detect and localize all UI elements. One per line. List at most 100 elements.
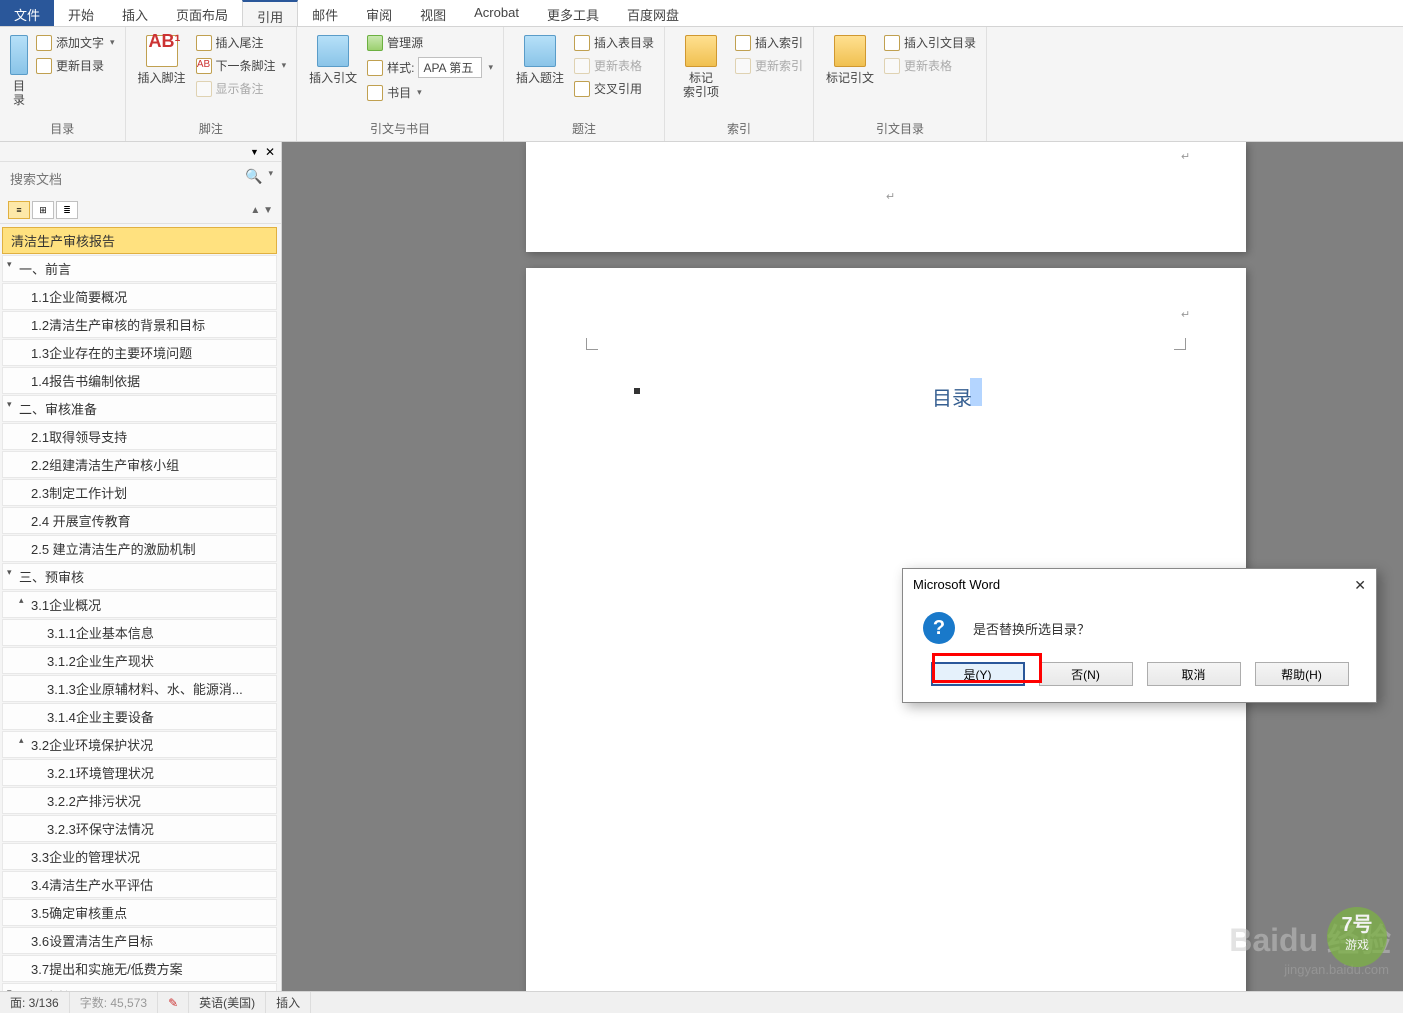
tree-item[interactable]: 1.4报告书编制依据 bbox=[2, 367, 277, 394]
search-options-icon[interactable]: ▾ bbox=[268, 168, 273, 191]
tab-view[interactable]: 视图 bbox=[406, 0, 460, 26]
tab-file[interactable]: 文件 bbox=[0, 0, 54, 26]
insert-auth-icon bbox=[884, 35, 900, 51]
update-toc-icon bbox=[36, 58, 52, 74]
dialog-close-button[interactable]: ✕ bbox=[1354, 577, 1366, 594]
pages-icon: ⊞ bbox=[39, 205, 47, 216]
citation-style-button[interactable]: 样式: APA 第五▾ bbox=[365, 56, 495, 79]
fig-toc-icon bbox=[574, 35, 590, 51]
tree-item[interactable]: 2.3制定工作计划 bbox=[2, 479, 277, 506]
tab-insert[interactable]: 插入 bbox=[108, 0, 162, 26]
nav-tree[interactable]: 清洁生产审核报告 ▾一、前言1.1企业简要概况1.2清洁生产审核的背景和目标1.… bbox=[0, 224, 281, 991]
tree-item[interactable]: 2.2组建清洁生产审核小组 bbox=[2, 451, 277, 478]
group-citations: 插入引文 管理源 样式: APA 第五▾ 书目▾ 引文与书目 bbox=[297, 27, 504, 141]
no-button[interactable]: 否(N) bbox=[1039, 662, 1133, 686]
insert-citation-button[interactable]: 插入引文 bbox=[305, 31, 361, 89]
tree-item[interactable]: 3.1.3企业原辅材料、水、能源消... bbox=[2, 675, 277, 702]
tree-item[interactable]: ▴3.1企业概况 bbox=[2, 591, 277, 618]
tree-item[interactable]: 3.2.1环境管理状况 bbox=[2, 759, 277, 786]
mark-index-button[interactable]: 标记 索引项 bbox=[673, 31, 729, 103]
tree-item[interactable]: 3.1.2企业生产现状 bbox=[2, 647, 277, 674]
tree-item[interactable]: 1.1企业简要概况 bbox=[2, 283, 277, 310]
manage-sources-icon bbox=[367, 35, 383, 51]
group-toc: 目录 添加文字▾ 更新目录 目录 bbox=[0, 27, 126, 141]
tab-acrobat[interactable]: Acrobat bbox=[460, 0, 533, 26]
tree-item[interactable]: ▾三、预审核 bbox=[2, 563, 277, 590]
group-index: 标记 索引项 插入索引 更新索引 索引 bbox=[665, 27, 814, 141]
tree-item[interactable]: 3.7提出和实施无/低费方案 bbox=[2, 955, 277, 982]
view-tab-results[interactable]: ≣ bbox=[56, 201, 78, 219]
tree-item[interactable]: 3.6设置清洁生产目标 bbox=[2, 927, 277, 954]
tree-item[interactable]: 2.4 开展宣传教育 bbox=[2, 507, 277, 534]
show-notes-button: 显示备注 bbox=[194, 79, 289, 98]
mark-citation-button[interactable]: 标记引文 bbox=[822, 31, 878, 89]
tab-home[interactable]: 开始 bbox=[54, 0, 108, 26]
tree-item[interactable]: 2.1取得领导支持 bbox=[2, 423, 277, 450]
nav-dropdown-icon[interactable]: ▼ bbox=[250, 147, 259, 157]
tab-layout[interactable]: 页面布局 bbox=[162, 0, 242, 26]
tree-item[interactable]: 3.5确定审核重点 bbox=[2, 899, 277, 926]
status-words[interactable]: 字数: 45,573 bbox=[70, 992, 158, 1013]
manage-sources-button[interactable]: 管理源 bbox=[365, 33, 495, 52]
tree-item[interactable]: 3.2.3环保守法情况 bbox=[2, 815, 277, 842]
tab-more[interactable]: 更多工具 bbox=[533, 0, 613, 26]
update-caption-table-button: 更新表格 bbox=[572, 56, 656, 75]
insert-caption-button[interactable]: 插入题注 bbox=[512, 31, 568, 89]
update-toc-button[interactable]: 更新目录 bbox=[34, 56, 117, 75]
tree-item[interactable]: 2.5 建立清洁生产的激励机制 bbox=[2, 535, 277, 562]
status-proofing[interactable]: ✎ bbox=[158, 992, 189, 1013]
nav-close-icon[interactable]: ✕ bbox=[265, 145, 275, 159]
tree-item[interactable]: 3.4清洁生产水平评估 bbox=[2, 871, 277, 898]
citation-icon bbox=[317, 35, 349, 67]
group-authorities: 标记引文 插入引文目录 更新表格 引文目录 bbox=[814, 27, 987, 141]
dialog-message: 是否替换所选目录？ bbox=[973, 619, 1090, 638]
add-text-button[interactable]: 添加文字▾ bbox=[34, 33, 117, 52]
tree-root[interactable]: 清洁生产审核报告 bbox=[2, 227, 277, 254]
tab-references[interactable]: 引用 bbox=[242, 0, 298, 26]
tree-item[interactable]: 3.3企业的管理状况 bbox=[2, 843, 277, 870]
dialog-title: Microsoft Word bbox=[913, 577, 1000, 594]
tree-item[interactable]: ▴3.2企业环境保护状况 bbox=[2, 731, 277, 758]
bibliography-button[interactable]: 书目▾ bbox=[365, 83, 495, 102]
search-input[interactable] bbox=[8, 168, 241, 191]
status-mode[interactable]: 插入 bbox=[266, 992, 311, 1013]
footnote-icon: AB¹ bbox=[146, 35, 178, 67]
watermark-url: jingyan.baidu.com bbox=[1284, 962, 1389, 977]
insert-footnote-button[interactable]: AB¹ 插入脚注 bbox=[134, 31, 190, 89]
search-icon[interactable]: 🔍 bbox=[245, 168, 262, 191]
insert-endnote-button[interactable]: 插入尾注 bbox=[194, 33, 289, 52]
cross-ref-button[interactable]: 交叉引用 bbox=[572, 79, 656, 98]
yes-button[interactable]: 是(Y) bbox=[931, 662, 1025, 686]
tree-item[interactable]: ▾一、前言 bbox=[2, 255, 277, 282]
confirm-dialog: Microsoft Word ✕ ? 是否替换所选目录？ 是(Y) 否(N) 取… bbox=[902, 568, 1377, 703]
toc-button[interactable]: 目录 bbox=[8, 31, 30, 111]
tab-review[interactable]: 审阅 bbox=[352, 0, 406, 26]
status-page[interactable]: 面: 3/136 bbox=[0, 992, 70, 1013]
tree-item[interactable]: 3.1.4企业主要设备 bbox=[2, 703, 277, 730]
tree-item[interactable]: 3.1.1企业基本信息 bbox=[2, 619, 277, 646]
tree-item[interactable]: ▾四、审核 bbox=[2, 983, 277, 991]
tree-item[interactable]: ▾二、审核准备 bbox=[2, 395, 277, 422]
cancel-button[interactable]: 取消 bbox=[1147, 662, 1241, 686]
group-captions-label: 题注 bbox=[512, 118, 656, 141]
tree-item[interactable]: 3.2.2产排污状况 bbox=[2, 787, 277, 814]
status-language[interactable]: 英语(美国) bbox=[189, 992, 266, 1013]
style-select[interactable]: APA 第五 bbox=[418, 57, 482, 78]
view-tab-pages[interactable]: ⊞ bbox=[32, 201, 54, 219]
update-table-icon bbox=[574, 58, 590, 74]
view-tab-headings[interactable]: ≡ bbox=[8, 201, 30, 219]
nav-collapse-icon[interactable]: ▲ ▼ bbox=[250, 205, 273, 216]
endnote-icon bbox=[196, 35, 212, 51]
update-auth-icon bbox=[884, 58, 900, 74]
tab-baidu[interactable]: 百度网盘 bbox=[613, 0, 693, 26]
document-area[interactable]: ↵ ↵ ↵ 目录 Microsoft Word ✕ ? 是否替换所选目录？ 是(… bbox=[282, 142, 1403, 991]
insert-authority-button[interactable]: 插入引文目录 bbox=[882, 33, 978, 52]
tab-mail[interactable]: 邮件 bbox=[298, 0, 352, 26]
help-button[interactable]: 帮助(H) bbox=[1255, 662, 1349, 686]
tree-item[interactable]: 1.2清洁生产审核的背景和目标 bbox=[2, 311, 277, 338]
toc-heading: 目录 bbox=[932, 382, 972, 411]
insert-index-button[interactable]: 插入索引 bbox=[733, 33, 805, 52]
insert-figure-toc-button[interactable]: 插入表目录 bbox=[572, 33, 656, 52]
tree-item[interactable]: 1.3企业存在的主要环境问题 bbox=[2, 339, 277, 366]
next-footnote-button[interactable]: AB下一条脚注▾ bbox=[194, 56, 289, 75]
